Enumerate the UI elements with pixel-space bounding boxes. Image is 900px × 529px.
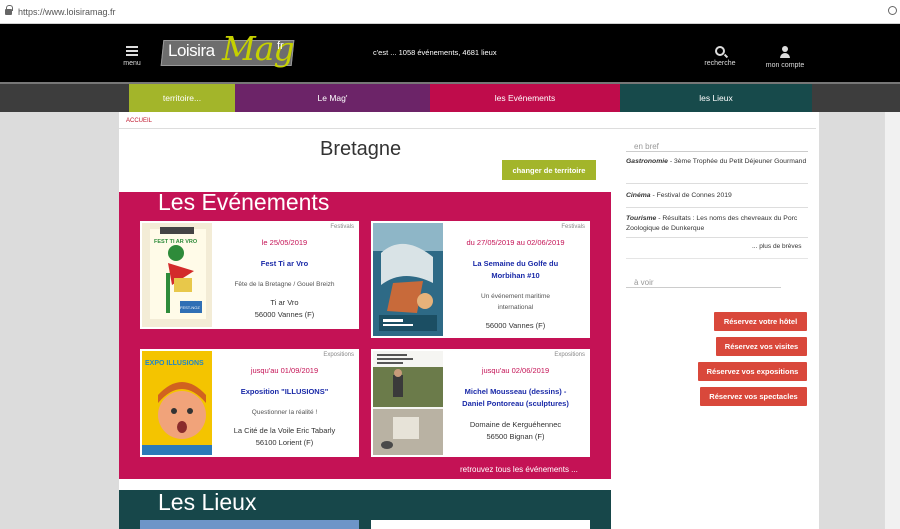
event-subtitle: Fête de la Bretagne / Gouel Breizh — [234, 281, 335, 288]
more-briefs-link[interactable]: ... plus de brèves — [752, 243, 802, 250]
event-category: Expositions — [554, 352, 585, 358]
site-logo[interactable]: Loisira Mag fr — [160, 28, 298, 76]
event-title-link[interactable]: Fest Ti ar Vro — [214, 258, 355, 270]
poster-title-text: EXPO ILLUSIONS — [145, 360, 204, 367]
book-shows-button[interactable]: Réservez vos spectacles — [700, 387, 807, 406]
nav-le-mag[interactable]: Le Mag' — [235, 84, 430, 112]
event-date: jusqu'au 01/09/2019 — [250, 366, 319, 375]
event-date: du 27/05/2019 au 02/06/2019 — [466, 238, 565, 247]
event-poster-image[interactable] — [373, 223, 443, 336]
event-venue: Ti ar Vro — [270, 298, 299, 307]
menu-button[interactable]: menu — [120, 46, 144, 67]
lock-icon — [5, 4, 13, 15]
event-title-line2[interactable]: Daniel Pontoreau (sculptures) — [445, 398, 586, 410]
see-heading: à voir — [634, 278, 654, 287]
account-button[interactable]: mon compte — [762, 46, 808, 69]
book-visits-button[interactable]: Réservez vos visites — [716, 337, 807, 356]
event-card[interactable]: Expositions EXPO ILLUSIONS jusqu'au 01/0… — [140, 349, 359, 457]
event-title-line2[interactable]: Morbihan #10 — [445, 270, 586, 282]
brief-category: Cinéma — [626, 192, 651, 199]
brief-item[interactable]: Tourisme - Résultats : Les noms des chev… — [626, 214, 808, 234]
book-exhibitions-button[interactable]: Réservez vos expositions — [698, 362, 807, 381]
poster-sub-text: FEST-NOZ — [180, 305, 200, 310]
site-header: menu Loisira Mag fr c'est ... 1058 événe… — [0, 24, 900, 82]
nav-evenements[interactable]: les Evénements — [430, 84, 620, 112]
account-label: mon compte — [765, 62, 805, 69]
nav-territoire[interactable]: territoire... — [129, 84, 235, 112]
breadcrumb-divider — [119, 128, 816, 129]
event-city: 56000 Vannes (F) — [254, 310, 315, 319]
event-card[interactable]: Festivals FEST TI AR VRO FEST-NOZ le 25/… — [140, 221, 359, 329]
event-category: Festivals — [561, 224, 585, 230]
url-text[interactable]: https://www.loisiramag.fr — [18, 7, 116, 17]
event-card[interactable]: Festivals du 27/05/2019 au 02/06/2019 La… — [371, 221, 590, 338]
scrollbar[interactable] — [884, 112, 900, 529]
page-title: Bretagne — [320, 138, 402, 160]
user-icon — [782, 46, 788, 52]
hamburger-icon — [126, 46, 138, 56]
event-venue: La Cité de la Voile Eric Tabarly — [233, 426, 336, 435]
event-card[interactable]: Expositions jusqu'au 02/06/2019 Michel M… — [371, 349, 590, 457]
breadcrumb[interactable]: ACCUEIL — [126, 118, 152, 124]
browser-extension-icon[interactable] — [888, 6, 897, 15]
event-poster-image[interactable]: FEST TI AR VRO FEST-NOZ — [142, 223, 212, 327]
brief-category: Tourisme — [626, 215, 657, 222]
event-title-line1[interactable]: La Semaine du Golfe du — [445, 258, 586, 270]
browser-address-bar[interactable]: https://www.loisiramag.fr — [0, 0, 900, 24]
place-card[interactable] — [371, 520, 590, 529]
search-button[interactable]: recherche — [704, 46, 736, 67]
see-heading-line — [626, 287, 781, 288]
event-category: Festivals — [330, 224, 354, 230]
change-territory-button[interactable]: changer de territoire — [502, 160, 596, 180]
places-title: Les Lieux — [158, 489, 257, 515]
event-subtitle-line1: Un événement maritime — [481, 293, 550, 300]
brief-divider — [626, 183, 808, 184]
sidebar-divider — [626, 258, 808, 259]
briefs-heading-line — [626, 151, 808, 152]
book-hotel-button[interactable]: Réservez votre hôtel — [714, 312, 807, 331]
event-category: Expositions — [323, 352, 354, 358]
event-city: 56000 Vannes (F) — [485, 321, 546, 330]
brief-text: - Festival de Connes 2019 — [650, 192, 732, 199]
event-title-link[interactable]: Exposition "ILLUSIONS" — [214, 386, 355, 398]
poster-title-text: FEST TI AR VRO — [154, 239, 198, 245]
event-poster-image[interactable] — [373, 351, 443, 455]
site-tagline: c'est ... 1058 événements, 4681 lieux — [373, 48, 497, 57]
event-date: le 25/05/2019 — [261, 238, 308, 247]
user-icon-body — [780, 53, 790, 58]
events-title: Les Evénements — [158, 189, 330, 215]
event-subtitle: Questionner la réalité ! — [251, 409, 318, 416]
event-subtitle-line2: international — [497, 304, 534, 311]
event-venue: Domaine de Kerguéhennec — [469, 420, 562, 429]
brief-text: - 3ème Trophée du Petit Déjeuner Gourman… — [667, 158, 807, 165]
place-card[interactable] — [140, 520, 359, 529]
event-city: 56500 Bignan (F) — [486, 432, 545, 441]
event-date: jusqu'au 02/06/2019 — [481, 366, 550, 375]
menu-label: menu — [123, 60, 141, 67]
brief-divider — [626, 237, 808, 238]
search-icon — [715, 46, 725, 56]
logo-text-fr: fr — [277, 40, 284, 52]
main-nav: territoire... Le Mag' les Evénements les… — [0, 82, 900, 112]
brief-divider — [626, 207, 808, 208]
brief-item[interactable]: Cinéma - Festival de Connes 2019 — [626, 191, 808, 201]
event-poster-image[interactable]: EXPO ILLUSIONS — [142, 351, 212, 455]
event-city: 56100 Lorient (F) — [255, 438, 314, 447]
briefs-heading: en bref — [634, 142, 659, 151]
event-title-line1[interactable]: Michel Mousseau (dessins) - — [445, 386, 586, 398]
search-label: recherche — [704, 60, 736, 67]
logo-text-loisira: Loisira — [168, 41, 215, 60]
see-all-events-link[interactable]: retrouvez tous les événements ... — [460, 465, 578, 474]
brief-item[interactable]: Gastronomie - 3ème Trophée du Petit Déje… — [626, 157, 808, 167]
brief-category: Gastronomie — [626, 158, 668, 165]
nav-lieux[interactable]: les Lieux — [620, 84, 812, 112]
